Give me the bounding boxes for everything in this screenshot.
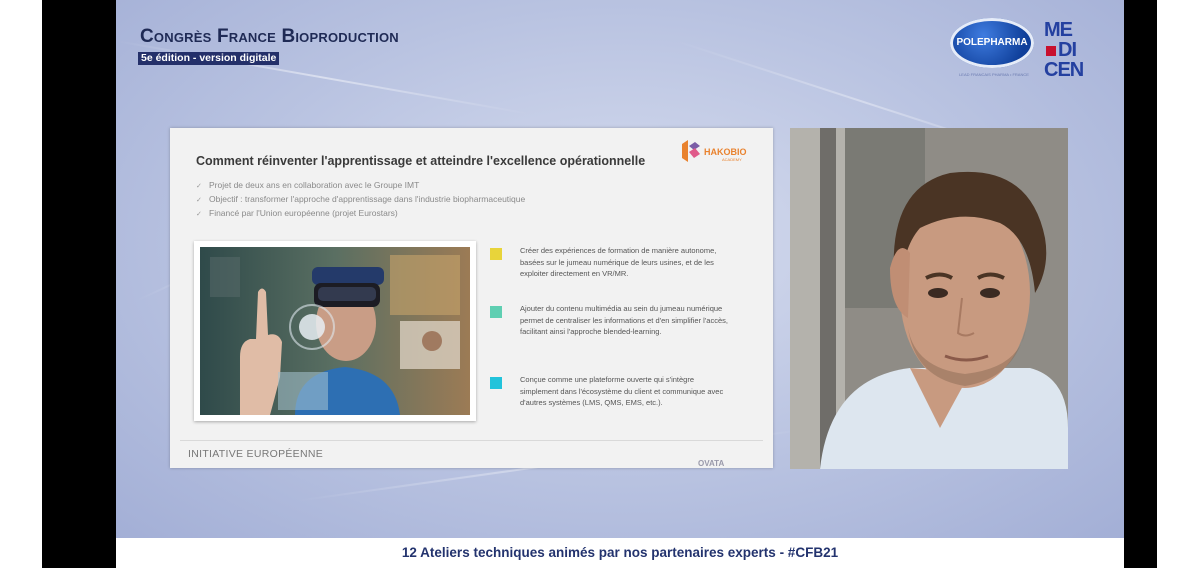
vr-headset-photo bbox=[194, 241, 476, 421]
event-subtitle: 5e édition - version digitale bbox=[138, 52, 280, 65]
bottom-banner: 12 Ateliers techniques animés par nos pa… bbox=[116, 538, 1124, 568]
medicen-dot bbox=[1046, 45, 1056, 56]
polepharma-logo-text: POLEPHARMA bbox=[956, 37, 1028, 48]
feature-marker bbox=[490, 377, 502, 389]
medicen-line-2: DI bbox=[1044, 40, 1104, 60]
medicen-line-1: ME bbox=[1044, 19, 1073, 41]
speaker-webcam-feed bbox=[790, 128, 1068, 469]
feature-text: Conçue comme une plateforme ouverte qui … bbox=[520, 375, 724, 407]
medicen-logo: ME DI CEN bbox=[1044, 20, 1104, 80]
letterbox-right bbox=[1124, 0, 1157, 568]
bullet-item: Objectif : transformer l'approche d'appr… bbox=[196, 193, 525, 207]
slide-footer-text: INITIATIVE EUROPÉENNE bbox=[188, 448, 324, 460]
polepharma-logo: POLEPHARMA bbox=[950, 18, 1034, 68]
hakobio-logo-icon bbox=[682, 140, 700, 162]
letterbox-left bbox=[42, 0, 116, 568]
event-title: Congrès France Bioproduction bbox=[140, 26, 399, 47]
hakobio-logo-text: HAKOBIO bbox=[704, 147, 747, 157]
slide-title: Comment réinventer l'apprentissage et at… bbox=[196, 154, 646, 168]
medicen-line-3: CEN bbox=[1044, 59, 1084, 81]
banner-text: 12 Ateliers techniques animés par nos pa… bbox=[401, 545, 839, 560]
feature-marker bbox=[490, 248, 502, 260]
stream-stage: Congrès France Bioproduction 5e édition … bbox=[116, 0, 1124, 538]
bullet-item: Projet de deux ans en collaboration avec… bbox=[196, 179, 525, 193]
slide-footer-divider bbox=[180, 440, 763, 441]
bullet-item: Financé par l'Union européenne (projet E… bbox=[196, 207, 525, 221]
feature-text: Ajouter du contenu multimédia au sein du… bbox=[520, 304, 728, 336]
feature-marker bbox=[490, 306, 502, 318]
medicen-line-2-text: DI bbox=[1058, 39, 1077, 61]
slide-bullets: Projet de deux ans en collaboration avec… bbox=[196, 179, 525, 221]
slide-corner-logo: OVATA bbox=[698, 459, 725, 468]
presentation-slide: Comment réinventer l'apprentissage et at… bbox=[170, 128, 773, 468]
hakobio-logo-sub: ACADEMY bbox=[722, 157, 742, 162]
polepharma-tagline: LEAD FRANCAIS PHARMA • FRANCE bbox=[959, 72, 1029, 77]
feature-text: Créer des expériences de formation de ma… bbox=[520, 246, 717, 278]
speaker-portrait bbox=[790, 128, 1068, 469]
